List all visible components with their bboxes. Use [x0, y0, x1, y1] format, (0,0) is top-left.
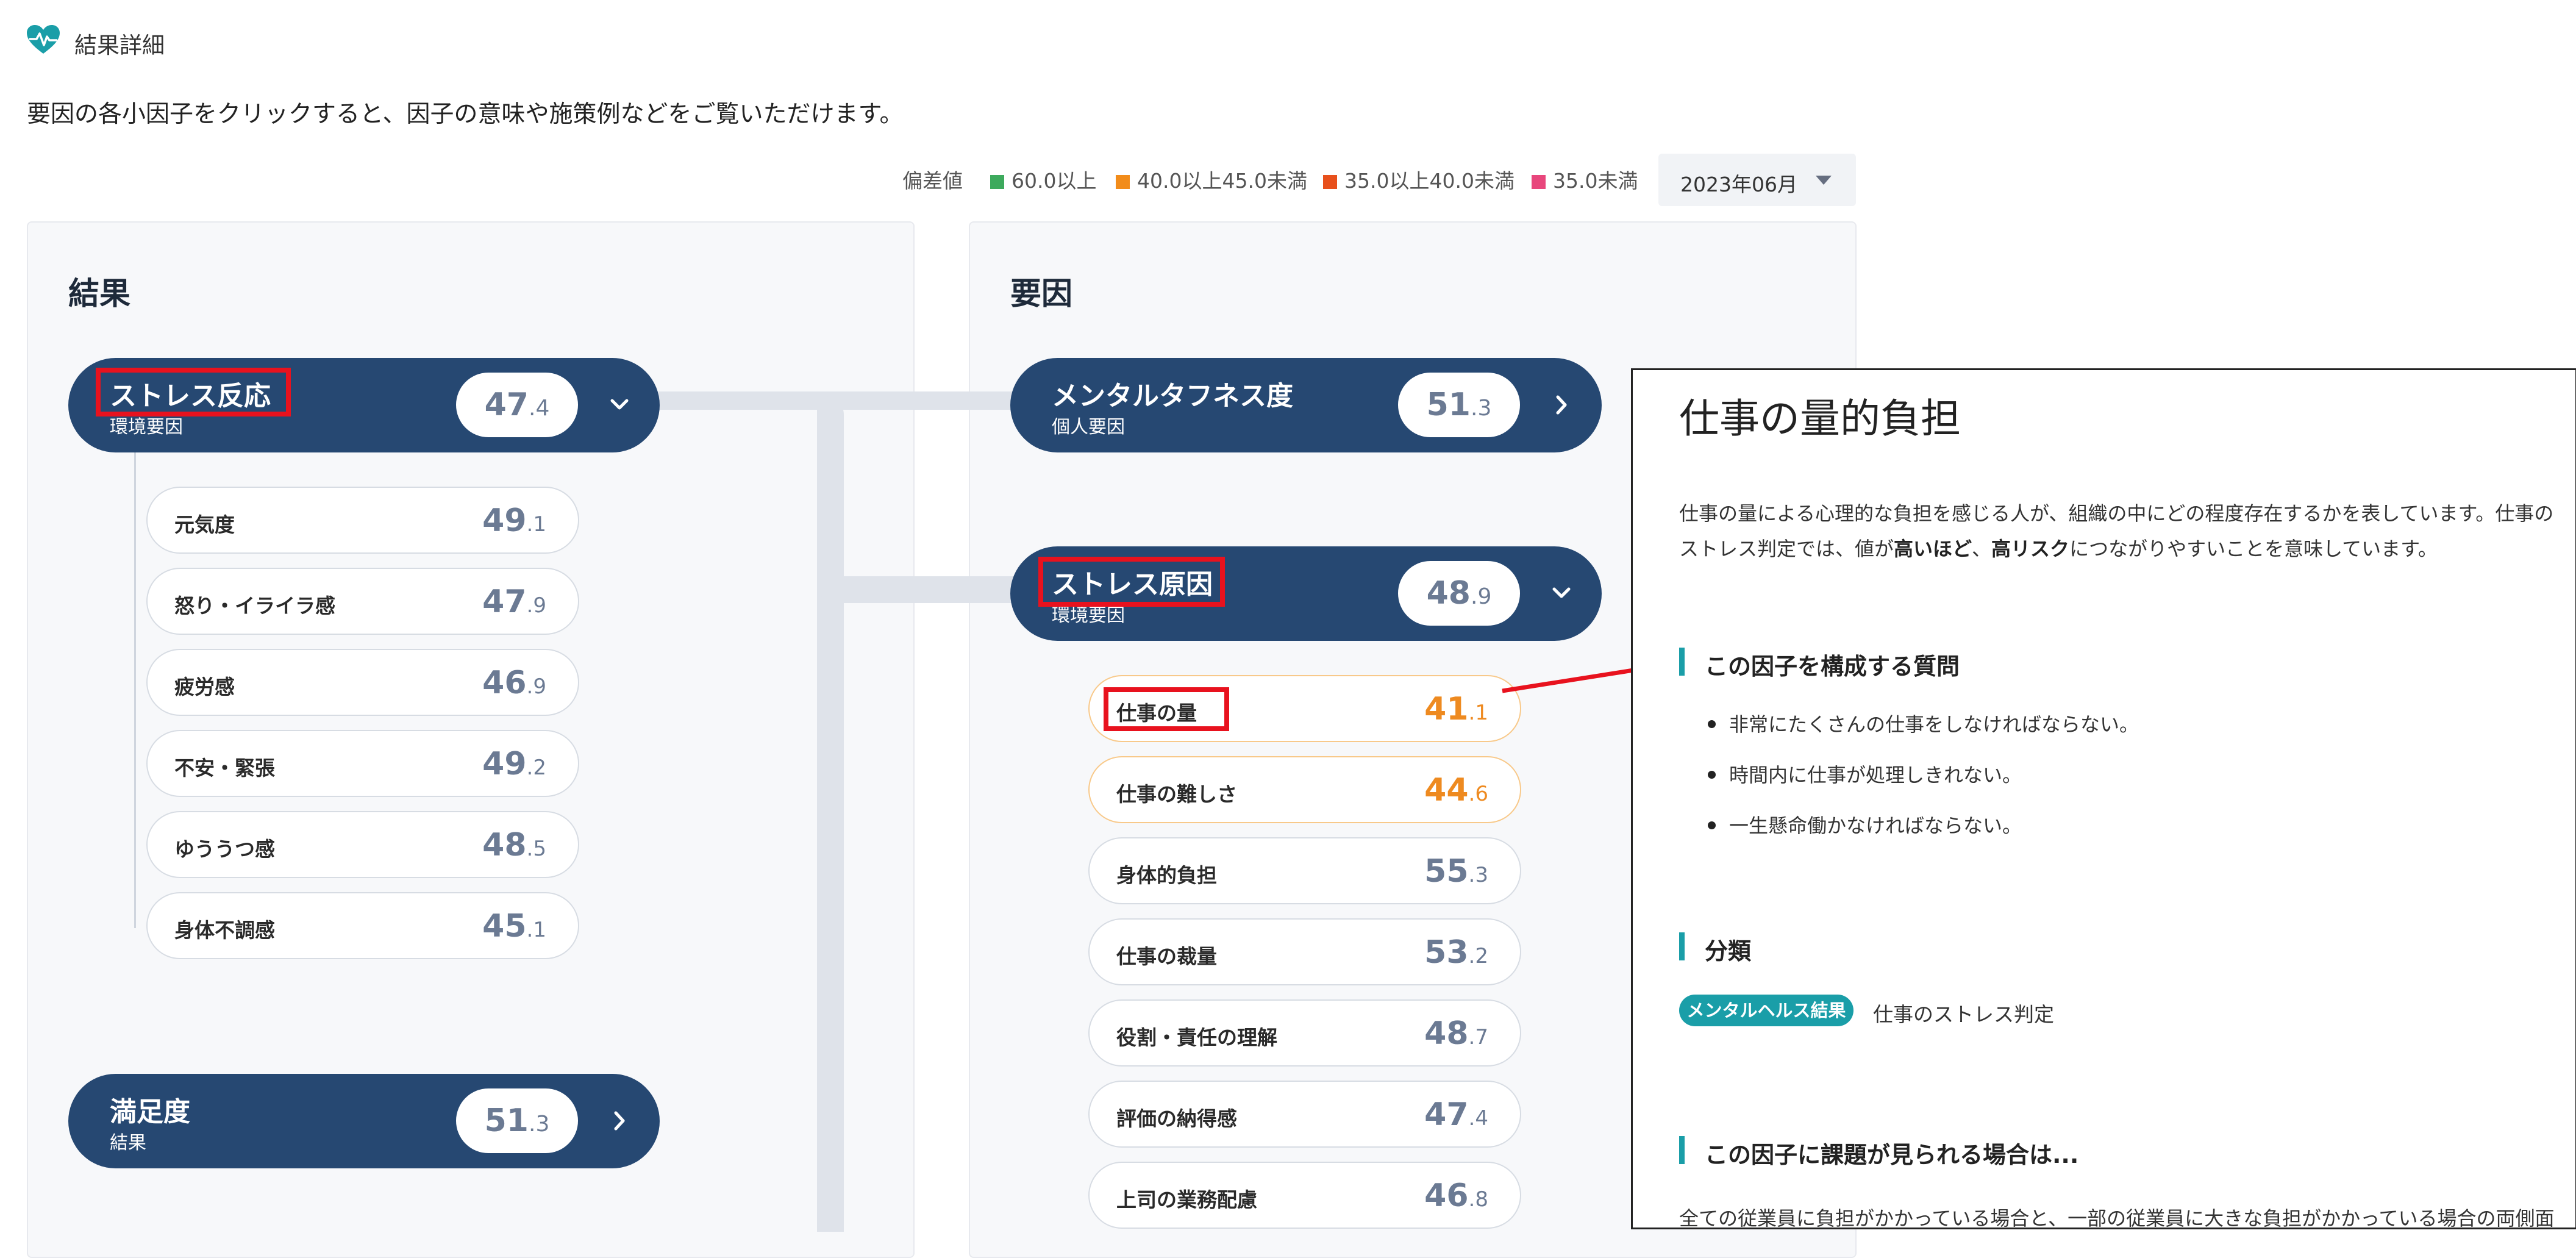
highlight-box: [96, 368, 291, 416]
pill-score: 51.3: [456, 1088, 578, 1153]
bullet-icon: [1708, 821, 1716, 829]
subfactor-score: 53.2: [1424, 934, 1488, 971]
subfactor-label: ゆううつ感: [174, 837, 275, 861]
subfactor-item[interactable]: 不安・緊張 49.2: [146, 730, 579, 797]
detail-description: 仕事の量による心理的な負担を感じる人が、組織の中にどの程度存在するかを表していま…: [1679, 502, 2554, 560]
subfactor-score: 41.1: [1424, 691, 1488, 727]
result-panel-title: 結果: [68, 276, 131, 312]
subfactor-item[interactable]: 身体不調感 45.1: [146, 892, 579, 959]
highlight-box: [1038, 557, 1225, 607]
question-item: 時間内に仕事が処理しきれない。: [1729, 763, 2022, 787]
subfactor-label: 身体不調感: [174, 918, 275, 942]
bullet-icon: [1708, 720, 1716, 728]
pill-score: 51.3: [1398, 373, 1520, 437]
subfactor-item[interactable]: 怒り・イライラ感 47.9: [146, 568, 579, 635]
pill-sub: 結果: [110, 1132, 146, 1154]
subfactor-score: 48.7: [1424, 1015, 1488, 1052]
subfactor-label: 元気度: [174, 513, 235, 537]
subfactor-label: 身体的負担: [1116, 863, 1217, 887]
highlight-box: [1104, 687, 1229, 731]
tree-line: [134, 452, 136, 928]
section-accent-bar: [1679, 1136, 1685, 1164]
subfactor-score: 47.9: [482, 584, 546, 620]
questions-heading: この因子を構成する質問: [1705, 653, 1960, 680]
legend-swatch: [1116, 175, 1130, 189]
legend-label: 偏差値: [902, 169, 963, 193]
month-select[interactable]: 2023年06月: [1658, 154, 1856, 206]
chevron-down-icon: [1552, 587, 1571, 598]
subfactor-label: 怒り・イライラ感: [174, 594, 335, 618]
subfactor-score: 55.3: [1424, 853, 1488, 890]
subfactor-score: 46.9: [482, 665, 546, 701]
pill-sub: 個人要因: [1052, 416, 1125, 438]
satisfaction-pill[interactable]: 満足度 結果 51.3: [68, 1074, 660, 1168]
category-heading: 分類: [1705, 938, 1752, 965]
legend-swatch: [1323, 175, 1337, 189]
category-text: 仕事のストレス判定: [1873, 1002, 2054, 1026]
subfactor-item[interactable]: 疲労感 46.9: [146, 649, 579, 716]
subfactor-score: 48.5: [482, 827, 546, 863]
subfactor-label: 上司の業務配慮: [1116, 1188, 1257, 1212]
section-accent-bar: [1679, 648, 1685, 676]
subfactor-item[interactable]: ゆううつ感 48.5: [146, 811, 579, 878]
subfactor-score: 44.6: [1424, 772, 1488, 809]
subfactor-item[interactable]: 評価の納得感 47.4: [1088, 1081, 1521, 1148]
pill-score: 48.9: [1398, 561, 1520, 626]
subfactor-item[interactable]: 上司の業務配慮 46.8: [1088, 1162, 1521, 1229]
legend-item-below-35: 35.0未満: [1532, 165, 1638, 194]
subfactor-label: 不安・緊張: [174, 756, 275, 780]
month-select-value: 2023年06月: [1680, 173, 1797, 196]
mental-toughness-pill[interactable]: メンタルタフネス度 個人要因 51.3: [1010, 358, 1602, 452]
pill-score: 47.4: [456, 373, 578, 437]
category-badge: メンタルヘルス結果: [1679, 995, 1854, 1026]
pill-name: メンタルタフネス度: [1052, 381, 1293, 412]
subfactor-item[interactable]: 仕事の難しさ 44.6: [1088, 756, 1521, 823]
subfactor-label: 役割・責任の理解: [1116, 1026, 1277, 1049]
chevron-right-icon: [614, 1111, 625, 1131]
subfactor-item[interactable]: 仕事の裁量 53.2: [1088, 918, 1521, 985]
subfactor-score: 46.8: [1424, 1178, 1488, 1214]
subfactor-label: 評価の納得感: [1116, 1107, 1237, 1131]
legend-swatch: [1532, 175, 1546, 189]
question-item: 非常にたくさんの仕事をしなければならない。: [1729, 713, 2139, 736]
subfactor-label: 仕事の難しさ: [1116, 782, 1237, 806]
chevron-down-icon: [610, 399, 629, 410]
subfactor-score: 49.2: [482, 746, 546, 782]
caret-down-icon: [1816, 176, 1832, 185]
subfactor-score: 49.1: [482, 502, 546, 539]
connector-line: [817, 576, 1036, 603]
subfactor-label: 疲労感: [174, 675, 235, 699]
legend-item-60-plus: 60.0以上: [990, 165, 1096, 194]
subfactor-score: 47.4: [1424, 1096, 1488, 1133]
heart-pulse-icon: [27, 25, 60, 54]
issue-text: 全ての従業員に負担がかかっている場合と、一部の従業員に大きな負担がかかっている場…: [1679, 1207, 2555, 1229]
question-item: 一生懸命働かなければならない。: [1729, 814, 2022, 837]
factor-panel-title: 要因: [1010, 276, 1073, 312]
instruction-text: 要因の各小因子をクリックすると、因子の意味や施策例などをご覧いただけます。: [27, 101, 904, 128]
detail-title: 仕事の量的負担: [1679, 395, 1961, 442]
subfactor-score: 45.1: [482, 908, 546, 945]
legend-item-35-40: 35.0以上40.0未満: [1323, 165, 1515, 194]
section-accent-bar: [1679, 932, 1685, 960]
pill-name: 満足度: [110, 1096, 190, 1128]
factor-detail-panel: 仕事の量的負担 仕事の量による心理的な負担を感じる人が、組織の中にどの程度存在す…: [1631, 368, 2576, 1229]
chevron-right-icon: [1556, 395, 1567, 415]
legend-item-40-45: 40.0以上45.0未満: [1116, 165, 1307, 194]
legend-swatch: [990, 175, 1004, 189]
page-title: 結果詳細: [74, 32, 165, 59]
subfactor-item[interactable]: 元気度 49.1: [146, 487, 579, 554]
connector-line: [817, 396, 844, 1232]
bullet-icon: [1708, 771, 1716, 779]
subfactor-item[interactable]: 役割・責任の理解 48.7: [1088, 999, 1521, 1067]
subfactor-item[interactable]: 身体的負担 55.3: [1088, 837, 1521, 904]
subfactor-label: 仕事の裁量: [1116, 945, 1217, 968]
issue-heading: この因子に課題が見られる場合は...: [1705, 1142, 2079, 1168]
